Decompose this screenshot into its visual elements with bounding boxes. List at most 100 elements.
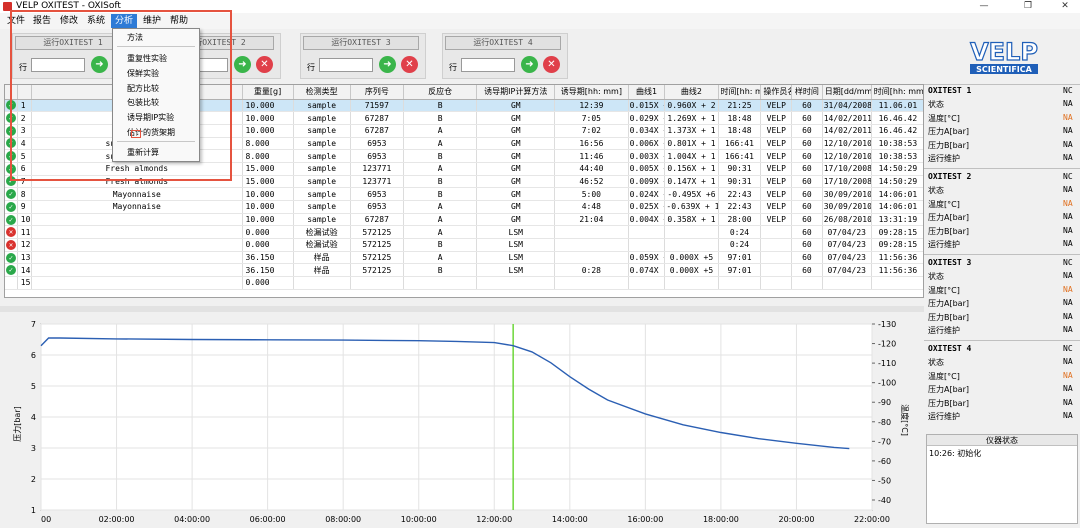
y2-tick-label: -90 — [878, 398, 891, 407]
oxitest-field-label: 状态 — [928, 358, 944, 367]
oxitest-field-label: 状态 — [928, 186, 944, 195]
cell-c1: 0.005X + 0 — [628, 162, 666, 176]
column-header[interactable]: 诱导期[hh: mm] — [554, 85, 629, 100]
column-header[interactable]: 操作员名字 — [760, 85, 793, 100]
table-row[interactable]: ✓14 36.150样品572125BLSM0:280.074X - 10.000… — [5, 263, 923, 278]
table-row[interactable]: ✕ 11 0.000 检漏试验 572125 A LSM 0:24 60 07/04/23 09:2… — [5, 225, 923, 240]
y2-tick-label: -70 — [878, 437, 891, 446]
cell-method: GM — [476, 213, 556, 227]
cell-c2: 0.801X + 1 — [664, 137, 719, 151]
oxitest-title: OXITEST 4 — [928, 344, 972, 353]
column-header[interactable]: 检测类型 — [293, 85, 351, 100]
cell-c2 — [664, 276, 719, 290]
cell-chamber: B — [403, 263, 478, 278]
y2-tick-label: -120 — [878, 340, 896, 349]
station-panel-3: 运行OXITEST 3 行 ➜ ✕ — [300, 33, 426, 79]
cell-date: 17/10/2008 — [822, 175, 872, 189]
row-input[interactable] — [461, 58, 515, 72]
cell-op — [760, 225, 793, 240]
cell-method: LSM — [476, 225, 556, 240]
table-row[interactable]: ✓ 8 Mayonnaise 10.000 sample 6953 B GM 5:00 0.024… — [5, 187, 923, 201]
column-header[interactable]: 时间[hh: mm] — [871, 85, 923, 100]
oxitest-field-value: NA — [1063, 139, 1073, 149]
oxitest-field-label: 状态 — [928, 100, 944, 109]
y-tick-label: 7 — [31, 320, 36, 329]
x-tick-label: 08:00:00 — [325, 515, 361, 524]
row-input[interactable] — [319, 58, 373, 72]
cell-st: 60 — [791, 263, 823, 278]
instrument-status-message: 10:26: 初始化 — [929, 449, 982, 458]
oxitest-field-value: NA — [1063, 311, 1073, 321]
sample-name-cell — [31, 225, 243, 240]
cell-weight: 36.150 — [242, 251, 294, 265]
cell-c2: 0.156X + 1 — [664, 162, 719, 176]
column-header[interactable]: 反应仓 — [403, 85, 478, 100]
cell-date: 12/10/2010 — [822, 149, 872, 163]
column-header[interactable]: 时间[hh: mm] — [718, 85, 762, 100]
cell-method: LSM — [476, 263, 556, 278]
cell-ip: 44:40 — [554, 162, 629, 176]
cell-c1: 0.029X + 0 — [628, 111, 666, 125]
table-row[interactable]: ✓ 9 Mayonnaise 10.000 sample 6953 A GM 4:48 0.025… — [5, 200, 923, 214]
column-header[interactable]: 日期[dd/mm/yy] — [822, 85, 872, 100]
cell-weight: 15.000 — [242, 162, 294, 176]
start-icon[interactable]: ➜ — [521, 56, 538, 73]
stop-icon[interactable]: ✕ — [401, 56, 418, 73]
y2-tick-label: -100 — [878, 379, 896, 388]
cell-type: sample — [293, 124, 351, 138]
column-header[interactable]: 重量[g] — [242, 85, 294, 100]
column-header[interactable]: 曲线2 — [664, 85, 719, 100]
cell-type: 样品 — [293, 251, 351, 265]
cell-ip — [554, 225, 629, 240]
cell-op — [760, 276, 793, 290]
cell-serial: 6953 — [350, 137, 404, 151]
oxitest-field-label: 运行维护 — [928, 412, 960, 421]
start-icon[interactable]: ➜ — [234, 56, 251, 73]
run-oxitest-3-button[interactable]: 运行OXITEST 3 — [303, 36, 419, 50]
row-number: 14 — [17, 263, 33, 278]
cell-ip: 0:28 — [554, 263, 629, 278]
oxitest-connection-value: NC — [1063, 86, 1073, 95]
run-oxitest-4-button[interactable]: 运行OXITEST 4 — [445, 36, 561, 50]
cell-op — [760, 263, 793, 278]
table-row[interactable]: ✓10 10.000sample67287AGM21:040.004X + 00.… — [5, 213, 923, 227]
cell-ip: 7:05 — [554, 111, 629, 125]
sample-name-cell — [31, 238, 243, 252]
sample-name-cell — [31, 251, 243, 265]
cell-st: 60 — [791, 213, 823, 227]
stop-icon[interactable]: ✕ — [543, 56, 560, 73]
stop-icon[interactable]: ✕ — [256, 56, 273, 73]
x-tick-label: 18:00:00 — [703, 515, 739, 524]
cell-chamber: B — [403, 99, 478, 113]
cell-time: 97:01 — [718, 263, 762, 278]
cell-weight: 10.000 — [242, 99, 294, 113]
cell-serial: 6953 — [350, 149, 404, 163]
cell-time: 21:25 — [718, 99, 762, 113]
table-row[interactable]: ✓13 36.150样品572125ALSM 0.059X + 10.000X +5… — [5, 251, 923, 265]
cell-time: 18:48 — [718, 111, 762, 125]
oxitest-field-value: NA — [1063, 298, 1073, 307]
restore-icon[interactable]: ❐ — [1015, 0, 1041, 13]
cell-type: 检漏试验 — [293, 238, 351, 252]
table-row[interactable]: 15 0.000 — [5, 276, 923, 290]
cell-time: 28:00 — [718, 213, 762, 227]
close-icon[interactable]: ✕ — [1052, 0, 1078, 13]
start-icon[interactable]: ➜ — [379, 56, 396, 73]
row-status-cell: ✕ — [5, 238, 18, 252]
oxitest-field-value: NA — [1063, 239, 1073, 248]
table-row[interactable]: ✕ 12 0.000 检漏试验 572125 B LSM 0:24 60 07/04/23 09:2… — [5, 238, 923, 252]
oxitest-connection-value: NC — [1063, 258, 1073, 267]
oxitest-connection-value: NC — [1063, 344, 1073, 353]
minimize-icon[interactable]: — — [971, 0, 997, 13]
column-header[interactable]: 曲线1 — [628, 85, 666, 100]
oxitest-field-value: NA — [1063, 384, 1073, 393]
cell-method: GM — [476, 99, 556, 113]
cell-date: 14/02/2011 — [822, 111, 872, 125]
column-header[interactable]: 诱导期IP计算方法 — [476, 85, 556, 100]
oxitest-connection-value: NC — [1063, 172, 1073, 181]
cell-weight: 8.000 — [242, 149, 294, 163]
column-header[interactable]: 序列号 — [350, 85, 404, 100]
cell-chamber: A — [403, 124, 478, 138]
cell-date: 07/04/23 — [822, 263, 872, 278]
column-header[interactable]: 样时间 — [791, 85, 823, 100]
